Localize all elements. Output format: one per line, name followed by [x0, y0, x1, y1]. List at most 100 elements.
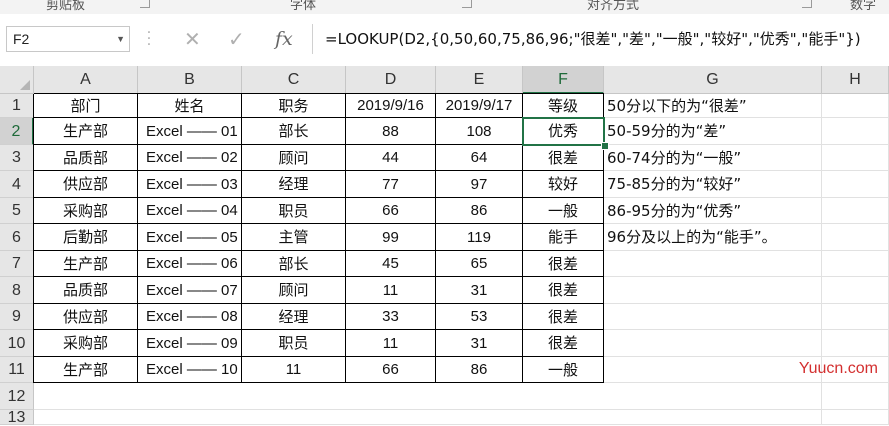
cell-a5[interactable]: 采购部	[34, 198, 138, 224]
cell-d2[interactable]: 88	[346, 118, 436, 145]
cell-e2[interactable]: 108	[436, 118, 523, 145]
cell-d10[interactable]: 11	[346, 330, 436, 357]
row-header-1[interactable]: 1	[0, 94, 34, 118]
cell-d3[interactable]: 44	[346, 145, 436, 171]
row-header-12[interactable]: 12	[0, 383, 34, 410]
name-box[interactable]: F2 ▼	[6, 26, 130, 52]
row-header-6[interactable]: 6	[0, 224, 34, 251]
row-header-3[interactable]: 3	[0, 145, 34, 171]
cell-e1[interactable]: 2019/9/17	[436, 94, 523, 118]
cell-f3[interactable]: 很差	[523, 145, 604, 171]
row-header-11[interactable]: 11	[0, 357, 34, 383]
cell-g4[interactable]: 75-85分的为“较好”	[607, 171, 741, 198]
cell-a1[interactable]: 部门	[34, 94, 138, 118]
cell-b11[interactable]: Excel —— 10	[138, 357, 242, 383]
cell-f1[interactable]: 等级	[523, 94, 604, 118]
cell-b1[interactable]: 姓名	[138, 94, 242, 118]
confirm-icon[interactable]: ✓	[228, 24, 245, 54]
fill-handle[interactable]	[601, 142, 609, 150]
cell-a6[interactable]: 后勤部	[34, 224, 138, 251]
cell-a2[interactable]: 生产部	[34, 118, 138, 145]
cell-f5[interactable]: 一般	[523, 198, 604, 224]
cell-e6[interactable]: 119	[436, 224, 523, 251]
row-header-9[interactable]: 9	[0, 304, 34, 330]
font-launcher-icon[interactable]	[462, 0, 472, 8]
cell-a9[interactable]: 供应部	[34, 304, 138, 330]
column-header-a[interactable]: A	[34, 66, 138, 94]
cell-a10[interactable]: 采购部	[34, 330, 138, 357]
formula-input[interactable]: =LOOKUP(D2,{0,50,60,75,86,96;"很差","差","一…	[312, 24, 889, 54]
cell-g3[interactable]: 60-74分的为“一般”	[607, 145, 741, 171]
cell-d4[interactable]: 77	[346, 171, 436, 198]
cell-f9[interactable]: 很差	[523, 304, 604, 330]
cell-d9[interactable]: 33	[346, 304, 436, 330]
row-header-4[interactable]: 4	[0, 171, 34, 198]
cell-b7[interactable]: Excel —— 06	[138, 251, 242, 277]
row-header-13[interactable]: 13	[0, 410, 34, 426]
cell-a4[interactable]: 供应部	[34, 171, 138, 198]
column-header-g[interactable]: G	[604, 66, 822, 94]
cell-d7[interactable]: 45	[346, 251, 436, 277]
cell-f10[interactable]: 很差	[523, 330, 604, 357]
column-header-c[interactable]: C	[242, 66, 346, 94]
cell-g2[interactable]: 50-59分的为“差”	[607, 118, 726, 145]
cell-a7[interactable]: 生产部	[34, 251, 138, 277]
cell-c2[interactable]: 部长	[242, 118, 346, 145]
cell-b2[interactable]: Excel —— 01	[138, 118, 242, 145]
cell-b5[interactable]: Excel —— 04	[138, 198, 242, 224]
row-header-7[interactable]: 7	[0, 251, 34, 277]
column-header-b[interactable]: B	[138, 66, 242, 94]
cell-b4[interactable]: Excel —— 03	[138, 171, 242, 198]
cell-a11[interactable]: 生产部	[34, 357, 138, 383]
cell-d6[interactable]: 99	[346, 224, 436, 251]
cell-a3[interactable]: 品质部	[34, 145, 138, 171]
cell-d5[interactable]: 66	[346, 198, 436, 224]
alignment-launcher-icon[interactable]	[802, 0, 812, 8]
cell-g1[interactable]: 50分以下的为“很差”	[607, 94, 747, 118]
cell-b9[interactable]: Excel —— 08	[138, 304, 242, 330]
column-header-e[interactable]: E	[436, 66, 523, 94]
cell-c11[interactable]: 11	[242, 357, 346, 383]
cell-f7[interactable]: 很差	[523, 251, 604, 277]
cell-c10[interactable]: 职员	[242, 330, 346, 357]
cell-e5[interactable]: 86	[436, 198, 523, 224]
chevron-down-icon[interactable]: ▼	[116, 27, 125, 51]
row-header-8[interactable]: 8	[0, 277, 34, 304]
column-header-f[interactable]: F	[523, 66, 604, 94]
cell-c8[interactable]: 顾问	[242, 277, 346, 304]
cell-e10[interactable]: 31	[436, 330, 523, 357]
cell-e8[interactable]: 31	[436, 277, 523, 304]
select-all-corner[interactable]	[0, 66, 34, 94]
cell-c7[interactable]: 部长	[242, 251, 346, 277]
cell-d1[interactable]: 2019/9/16	[346, 94, 436, 118]
cell-f4[interactable]: 较好	[523, 171, 604, 198]
cell-g6[interactable]: 96分及以上的为“能手”。	[607, 224, 777, 251]
row-header-10[interactable]: 10	[0, 330, 34, 357]
cell-f6[interactable]: 能手	[523, 224, 604, 251]
cell-f8[interactable]: 很差	[523, 277, 604, 304]
cell-b8[interactable]: Excel —— 07	[138, 277, 242, 304]
cell-e7[interactable]: 65	[436, 251, 523, 277]
cell-c6[interactable]: 主管	[242, 224, 346, 251]
cell-d8[interactable]: 11	[346, 277, 436, 304]
cell-b3[interactable]: Excel —— 02	[138, 145, 242, 171]
cell-a8[interactable]: 品质部	[34, 277, 138, 304]
cell-c1[interactable]: 职务	[242, 94, 346, 118]
column-header-d[interactable]: D	[346, 66, 436, 94]
cell-c3[interactable]: 顾问	[242, 145, 346, 171]
cell-c9[interactable]: 经理	[242, 304, 346, 330]
cell-e11[interactable]: 86	[436, 357, 523, 383]
insert-function-icon[interactable]: fx	[275, 24, 293, 54]
cell-e9[interactable]: 53	[436, 304, 523, 330]
cancel-icon[interactable]: ✕	[184, 24, 201, 54]
cell-c4[interactable]: 经理	[242, 171, 346, 198]
clipboard-launcher-icon[interactable]	[140, 0, 150, 8]
row-header-2[interactable]: 2	[0, 118, 34, 145]
column-header-h[interactable]: H	[822, 66, 889, 94]
cell-e4[interactable]: 97	[436, 171, 523, 198]
row-header-5[interactable]: 5	[0, 198, 34, 224]
cell-f11[interactable]: 一般	[523, 357, 604, 383]
cell-c5[interactable]: 职员	[242, 198, 346, 224]
cell-b10[interactable]: Excel —— 09	[138, 330, 242, 357]
splitter-handle-icon[interactable]: · · ·	[146, 26, 152, 52]
